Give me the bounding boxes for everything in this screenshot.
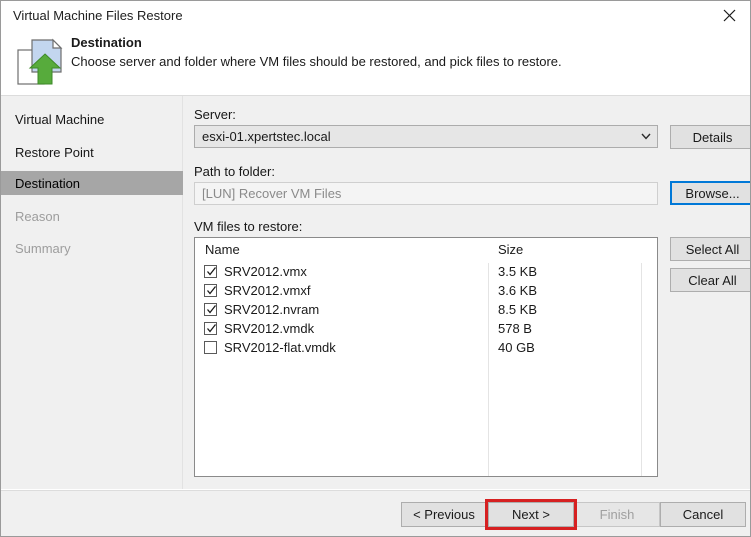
next-button[interactable]: Next > — [488, 502, 574, 527]
column-header-size[interactable]: Size — [498, 242, 523, 257]
file-checkbox[interactable] — [204, 341, 217, 354]
page-title: Destination — [71, 35, 142, 50]
server-label: Server: — [194, 107, 236, 122]
wizard-body: Virtual Machine Restore Point Destinatio… — [1, 96, 750, 489]
file-name: SRV2012-flat.vmdk — [224, 340, 336, 355]
details-button[interactable]: Details — [670, 125, 750, 149]
virtual-machine-files-restore-window: Virtual Machine Files Restore Destinatio… — [0, 0, 751, 537]
file-size: 578 B — [498, 321, 532, 336]
file-size: 3.5 KB — [498, 264, 538, 279]
file-size: 8.5 KB — [498, 302, 538, 317]
path-to-folder-placeholder: [LUN] Recover VM Files — [202, 186, 342, 201]
table-row[interactable]: SRV2012.vmx 3.5 KB — [195, 263, 657, 282]
close-glyph — [723, 9, 736, 22]
previous-button[interactable]: < Previous — [401, 502, 487, 527]
sidebar-item-label: Reason — [15, 208, 60, 224]
sidebar-item-restore-point[interactable]: Restore Point — [1, 140, 183, 164]
browse-button-label: Browse... — [685, 185, 740, 201]
check-icon — [207, 267, 217, 276]
sidebar-item-virtual-machine[interactable]: Virtual Machine — [1, 107, 183, 131]
finish-button-label: Finish — [599, 507, 635, 522]
server-select[interactable]: esxi-01.xpertstec.local — [194, 125, 658, 148]
title-bar: Virtual Machine Files Restore — [1, 1, 750, 31]
close-icon[interactable] — [707, 1, 750, 30]
vm-files-to-restore-label: VM files to restore: — [194, 219, 303, 234]
check-icon — [207, 286, 217, 295]
browse-button[interactable]: Browse... — [670, 181, 750, 205]
next-button-label: Next > — [512, 507, 550, 522]
sidebar-item-label: Destination — [15, 175, 81, 191]
table-row[interactable]: SRV2012-flat.vmdk 40 GB — [195, 339, 657, 358]
clear-all-button-label: Clear All — [688, 272, 737, 288]
wizard-footer: < Previous Next > Finish Cancel — [1, 490, 750, 536]
page-subtitle: Choose server and folder where VM files … — [71, 54, 562, 69]
finish-button: Finish — [574, 502, 660, 527]
chevron-down-glyph — [641, 133, 651, 140]
sidebar-item-destination[interactable]: Destination — [1, 171, 183, 195]
file-name: SRV2012.vmdk — [224, 321, 315, 336]
window-title: Virtual Machine Files Restore — [13, 8, 183, 23]
sidebar-item-label: Virtual Machine — [15, 111, 105, 127]
select-all-button[interactable]: Select All — [670, 237, 750, 261]
file-checkbox[interactable] — [204, 322, 217, 335]
select-all-button-label: Select All — [685, 241, 740, 257]
check-icon — [207, 305, 217, 314]
chevron-down-icon[interactable] — [635, 126, 657, 147]
cancel-button-label: Cancel — [682, 507, 724, 522]
destination-content-pane: Server: esxi-01.xpertstec.local Details … — [184, 96, 750, 489]
vm-files-list[interactable]: Name Size SRV2012.vmx 3.5 KB SRV2012.vmx… — [194, 237, 658, 477]
path-to-folder-input[interactable]: [LUN] Recover VM Files — [194, 182, 658, 205]
file-size: 40 GB — [498, 340, 535, 355]
details-button-label: Details — [692, 129, 733, 145]
clear-all-button[interactable]: Clear All — [670, 268, 750, 292]
table-row[interactable]: SRV2012.vmxf 3.6 KB — [195, 282, 657, 301]
sidebar-item-label: Restore Point — [15, 144, 94, 160]
cancel-button[interactable]: Cancel — [660, 502, 746, 527]
wizard-steps-sidebar: Virtual Machine Restore Point Destinatio… — [1, 96, 183, 489]
file-size: 3.6 KB — [498, 283, 538, 298]
list-header-row: Name Size — [195, 238, 657, 263]
check-icon — [207, 324, 217, 333]
sidebar-item-label: Summary — [15, 240, 71, 256]
wizard-header: Destination Choose server and folder whe… — [1, 30, 750, 96]
restore-files-icon — [15, 34, 71, 90]
file-checkbox[interactable] — [204, 265, 217, 278]
sidebar-item-reason: Reason — [1, 204, 183, 228]
file-checkbox[interactable] — [204, 303, 217, 316]
file-name: SRV2012.vmxf — [224, 283, 311, 298]
file-name: SRV2012.vmx — [224, 264, 307, 279]
table-row[interactable]: SRV2012.nvram 8.5 KB — [195, 301, 657, 320]
file-name: SRV2012.nvram — [224, 302, 320, 317]
server-select-value: esxi-01.xpertstec.local — [202, 129, 331, 144]
column-header-name[interactable]: Name — [205, 242, 240, 257]
path-to-folder-label: Path to folder: — [194, 164, 275, 179]
sidebar-item-summary: Summary — [1, 236, 183, 260]
file-checkbox[interactable] — [204, 284, 217, 297]
table-row[interactable]: SRV2012.vmdk 578 B — [195, 320, 657, 339]
previous-button-label: < Previous — [413, 507, 475, 522]
